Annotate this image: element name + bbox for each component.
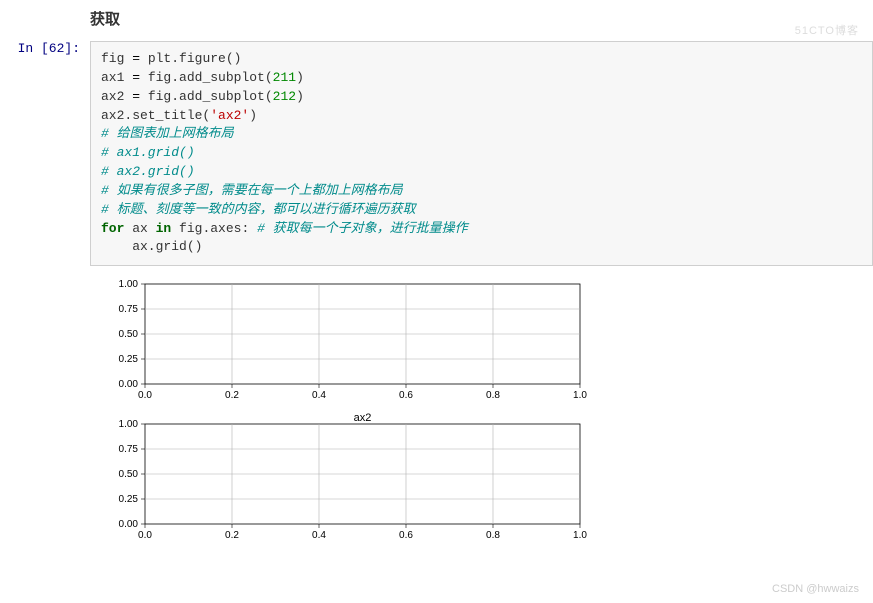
code-text: fig.add_subplot( <box>140 89 273 104</box>
code-comment: # 如果有很多子图，需要在每一个上都加上网格布局 <box>101 183 403 198</box>
matplotlib-figure: 0.0 0.2 0.4 0.6 0.8 1.0 0.00 0.25 0.50 0.75 1.00 0.… <box>90 276 590 556</box>
svg-text:0.25: 0.25 <box>119 494 139 505</box>
code-text: = <box>132 51 140 66</box>
code-text: fig.add_subplot( <box>140 70 273 85</box>
svg-text:0.2: 0.2 <box>225 390 239 401</box>
code-text: 'ax2' <box>210 108 249 123</box>
code-comment: # 获取每一个子对象，进行批量操作 <box>257 221 468 236</box>
code-text: = <box>132 70 140 85</box>
code-keyword: in <box>156 221 172 236</box>
code-comment: # ax1.grid() <box>101 145 195 160</box>
svg-text:0.00: 0.00 <box>119 519 139 530</box>
code-comment: # 标题、刻度等一致的内容，都可以进行循环遍历获取 <box>101 202 416 217</box>
code-keyword: for <box>101 221 124 236</box>
code-comment: # 给图表加上网格布局 <box>101 126 234 141</box>
svg-text:0.75: 0.75 <box>119 304 139 315</box>
code-text: ) <box>296 89 304 104</box>
svg-text:1.0: 1.0 <box>573 390 587 401</box>
svg-text:0.25: 0.25 <box>119 354 139 365</box>
watermark-bottom: CSDN @hwwaizs <box>772 583 859 595</box>
svg-text:1.0: 1.0 <box>573 530 587 541</box>
svg-text:0.4: 0.4 <box>312 390 326 401</box>
svg-text:0.6: 0.6 <box>399 390 413 401</box>
svg-text:0.2: 0.2 <box>225 530 239 541</box>
watermark-top: 51CTO博客 <box>795 22 859 38</box>
code-text: 211 <box>273 70 296 85</box>
code-text: ) <box>296 70 304 85</box>
code-text: ax2 <box>101 89 132 104</box>
code-text: ax1 <box>101 70 132 85</box>
prompt-number: 62 <box>49 41 65 56</box>
svg-text:ax2: ax2 <box>354 412 372 424</box>
input-prompt: In [62]: <box>0 41 90 56</box>
section-heading: 获取 <box>90 8 873 29</box>
svg-text:0.50: 0.50 <box>119 469 139 480</box>
code-text: fig.axes: <box>171 221 257 236</box>
svg-text:0.50: 0.50 <box>119 329 139 340</box>
svg-text:0.8: 0.8 <box>486 390 500 401</box>
prompt-post: ]: <box>64 41 80 56</box>
code-block[interactable]: fig = plt.figure() ax1 = fig.add_subplot… <box>90 41 873 266</box>
svg-text:0.0: 0.0 <box>138 390 152 401</box>
svg-text:1.00: 1.00 <box>119 419 139 430</box>
code-text: 212 <box>273 89 296 104</box>
code-text: ax.grid() <box>101 239 202 254</box>
svg-text:0.75: 0.75 <box>119 444 139 455</box>
code-text: plt.figure() <box>140 51 241 66</box>
code-text: = <box>132 89 140 104</box>
prompt-pre: In [ <box>18 41 49 56</box>
svg-text:1.00: 1.00 <box>119 279 139 290</box>
code-cell: In [62]: fig = plt.figure() ax1 = fig.ad… <box>0 41 873 266</box>
svg-text:0.8: 0.8 <box>486 530 500 541</box>
svg-text:0.6: 0.6 <box>399 530 413 541</box>
code-text: fig <box>101 51 132 66</box>
code-text: ax <box>124 221 155 236</box>
code-text: ax2.set_title( <box>101 108 210 123</box>
output-area: 0.0 0.2 0.4 0.6 0.8 1.0 0.00 0.25 0.50 0.75 1.00 0.… <box>90 276 873 556</box>
code-text: ) <box>249 108 257 123</box>
code-comment: # ax2.grid() <box>101 164 195 179</box>
svg-text:0.00: 0.00 <box>119 379 139 390</box>
svg-text:0.4: 0.4 <box>312 530 326 541</box>
svg-text:0.0: 0.0 <box>138 530 152 541</box>
